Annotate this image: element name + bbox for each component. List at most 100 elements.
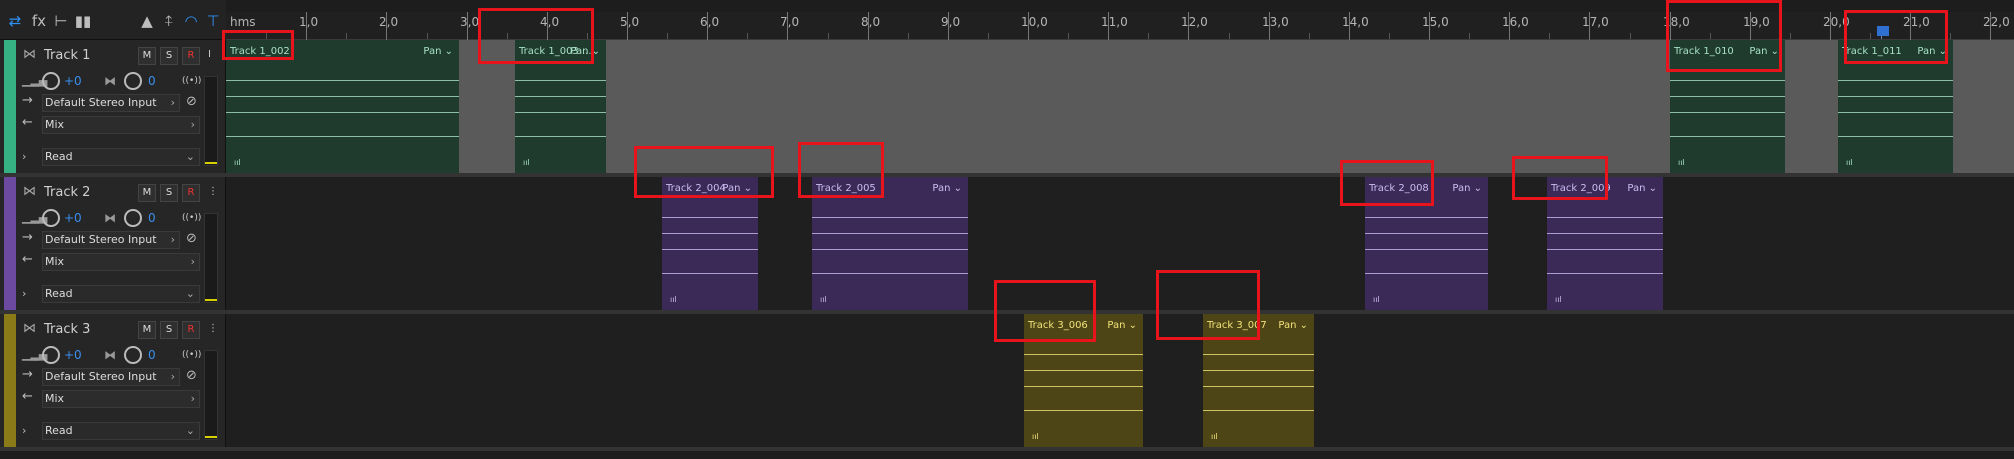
stereo-icon[interactable]: ((•)) <box>182 350 201 360</box>
track-header: ⋈ Track 3 M S R ⋮ ▁▂▄ +0 ⧓ 0 ((•)) → Def… <box>0 314 226 447</box>
mono-toggle-icon[interactable]: ⊘ <box>186 368 197 383</box>
output-select[interactable]: Mix › <box>42 253 200 271</box>
clip-pan-menu[interactable]: Pan ⌄ <box>1107 320 1137 331</box>
routing-icon[interactable]: ⊢ <box>50 10 72 32</box>
ruler-minor-tick <box>1549 33 1550 39</box>
level-meter-icon[interactable]: ▮▮ <box>72 10 94 32</box>
loop-toggle-icon[interactable]: ⇄ <box>4 10 26 32</box>
time-select-icon[interactable]: ⍏ <box>158 10 180 32</box>
volume-value[interactable]: +0 <box>64 211 82 225</box>
mute-button[interactable]: M <box>138 47 156 65</box>
automation-mode-select[interactable]: Read ⌄ <box>42 148 200 166</box>
mute-button[interactable]: M <box>138 184 156 202</box>
pan-knob[interactable] <box>124 209 142 227</box>
solo-button[interactable]: S <box>160 47 178 65</box>
automation-mode-select[interactable]: Read ⌄ <box>42 285 200 303</box>
stereo-icon[interactable]: ((•)) <box>182 213 201 223</box>
pan-knob[interactable] <box>124 346 142 364</box>
mono-toggle-icon[interactable]: ⊘ <box>186 231 197 246</box>
stereo-icon[interactable]: ((•)) <box>182 76 201 86</box>
clip-level-icon: ııl <box>820 295 827 304</box>
track-name[interactable]: Track 3 <box>44 322 90 337</box>
expand-track-icon[interactable]: › <box>22 287 26 300</box>
input-select[interactable]: Default Stereo Input › <box>42 368 180 386</box>
input-select[interactable]: Default Stereo Input › <box>42 94 180 112</box>
record-arm-button[interactable]: R <box>182 47 200 65</box>
clip-level-icon: ııl <box>1555 295 1562 304</box>
clip-envelope-line <box>1838 96 1953 97</box>
clip-envelope-line <box>1203 354 1314 355</box>
ruler-minor-tick <box>1148 33 1149 39</box>
drag-grip-icon[interactable]: ⋈ <box>23 47 36 62</box>
drag-grip-icon[interactable]: ⋈ <box>23 321 36 336</box>
solo-button[interactable]: S <box>160 184 178 202</box>
output-arrow-icon: ← <box>22 115 33 130</box>
input-select[interactable]: Default Stereo Input › <box>42 231 180 249</box>
record-arm-button[interactable]: R <box>182 321 200 339</box>
headphone-icon[interactable]: ◠ <box>180 10 202 32</box>
clip-pan-menu[interactable]: Pan ⌄ <box>932 183 962 194</box>
clip-pan-menu[interactable]: Pan ⌄ <box>1627 183 1657 194</box>
drag-grip-icon[interactable]: ⋈ <box>23 184 36 199</box>
volume-value[interactable]: +0 <box>64 74 82 88</box>
track-name[interactable]: Track 2 <box>44 185 90 200</box>
volume-knob[interactable] <box>42 72 60 90</box>
pan-knob[interactable] <box>124 72 142 90</box>
automation-mode-select[interactable]: Read ⌄ <box>42 422 200 440</box>
volume-knob[interactable] <box>42 209 60 227</box>
mono-toggle-icon[interactable]: ⊘ <box>186 94 197 109</box>
clip-envelope-line <box>1670 80 1785 81</box>
input-monitor-button[interactable]: I <box>208 49 211 60</box>
chevron-down-icon: ⌄ <box>953 183 962 194</box>
expand-track-icon[interactable]: › <box>22 150 26 163</box>
ruler-minor-tick <box>828 33 829 39</box>
level-meter <box>204 213 218 303</box>
ruler-minor-tick <box>1950 33 1951 39</box>
mute-button[interactable]: M <box>138 321 156 339</box>
chevron-right-icon: › <box>190 118 195 131</box>
highlight-box <box>994 280 1096 342</box>
expand-track-icon[interactable]: › <box>22 424 26 437</box>
clip-envelope-line <box>1547 273 1663 274</box>
ruler-minor-tick <box>1229 33 1230 39</box>
volume-value[interactable]: +0 <box>64 348 82 362</box>
automation-mode-value: Read <box>45 424 73 437</box>
track-name[interactable]: Track 1 <box>44 48 90 63</box>
clip-envelope-line <box>1670 136 1785 137</box>
track-lane[interactable]: Track 3_006 Pan ⌄ ııl Track 3_007 Pan ⌄ … <box>226 314 2014 447</box>
output-arrow-icon: ← <box>22 389 33 404</box>
solo-button[interactable]: S <box>160 321 178 339</box>
volume-knob[interactable] <box>42 346 60 364</box>
clip-pan-menu[interactable]: Pan ⌄ <box>1452 183 1482 194</box>
record-arm-button[interactable]: R <box>182 184 200 202</box>
output-select[interactable]: Mix › <box>42 390 200 408</box>
pan-value[interactable]: 0 <box>148 74 156 88</box>
ruler-minor-tick <box>667 33 668 39</box>
input-arrow-icon: → <box>22 93 33 108</box>
track-lane[interactable]: Track 2_004 Pan ⌄ ııl Track 2_005 Pan ⌄ … <box>226 177 2014 310</box>
chevron-right-icon: › <box>190 392 195 405</box>
chevron-down-icon: ⌄ <box>1648 183 1657 194</box>
pan-icon: ⧓ <box>104 211 116 225</box>
track-color-strip <box>4 40 16 173</box>
pan-icon: ⧓ <box>104 348 116 362</box>
metronome-icon[interactable]: ▲ <box>136 10 158 32</box>
clip-pan-menu[interactable]: Pan ⌄ <box>1278 320 1308 331</box>
track-color-strip <box>4 177 16 310</box>
clip-pan-menu[interactable]: Pan ⌄ <box>423 46 453 57</box>
clip-envelope-line <box>812 217 968 218</box>
pin-icon[interactable]: ⊤ <box>202 10 224 32</box>
pan-value[interactable]: 0 <box>148 211 156 225</box>
ruler-tick-label: 11,0 <box>1101 15 1128 29</box>
fx-icon[interactable]: fx <box>28 10 50 32</box>
ruler-tick-label: 12,0 <box>1181 15 1208 29</box>
output-select[interactable]: Mix › <box>42 116 200 134</box>
pan-value[interactable]: 0 <box>148 348 156 362</box>
clip-pan-label: Pan <box>932 183 951 194</box>
input-monitor-button[interactable]: ⋮ <box>208 323 218 334</box>
clip-envelope-line <box>1365 233 1488 234</box>
clip-envelope-line <box>812 273 968 274</box>
highlight-box <box>798 142 884 198</box>
clip-envelope-line <box>515 112 606 113</box>
input-monitor-button[interactable]: ⋮ <box>208 186 218 197</box>
